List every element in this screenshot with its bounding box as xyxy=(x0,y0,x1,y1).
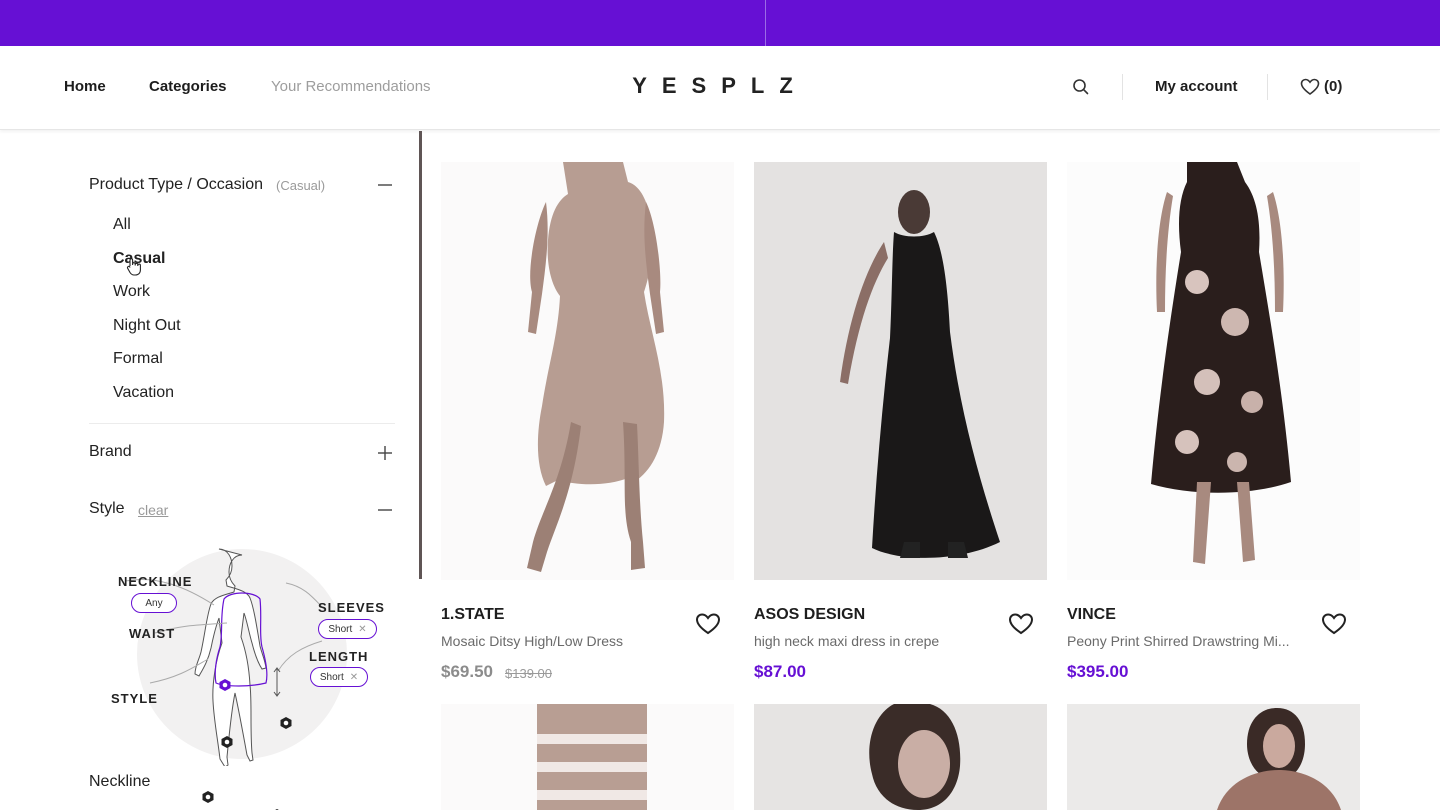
section-divider xyxy=(89,423,395,424)
product-card[interactable]: 1.STATE Mosaic Ditsy High/Low Dress $69.… xyxy=(441,162,734,702)
favorite-heart-icon[interactable] xyxy=(1321,612,1347,636)
wishlist-heart-icon[interactable] xyxy=(1300,77,1320,97)
brand-title[interactable]: Brand xyxy=(89,443,132,461)
product-price: $87.00 xyxy=(754,662,806,681)
header-separator xyxy=(1267,74,1268,100)
sleeves-hotspot-icon[interactable] xyxy=(279,716,293,730)
product-image[interactable] xyxy=(754,162,1047,580)
product-name[interactable]: Mosaic Ditsy High/Low Dress xyxy=(441,633,701,649)
length-pill-remove-icon[interactable]: ✕ xyxy=(350,672,358,683)
sleeves-label: SLEEVES xyxy=(318,600,385,615)
sleeves-pill-remove-icon[interactable]: ✕ xyxy=(358,624,366,635)
product-image[interactable] xyxy=(441,704,734,810)
product-image[interactable] xyxy=(754,704,1047,810)
site-logo[interactable]: YESPLZ xyxy=(620,73,820,99)
header-separator xyxy=(1122,74,1123,100)
style-title[interactable]: Style xyxy=(89,500,125,518)
expand-plus-icon[interactable] xyxy=(377,445,393,461)
product-card[interactable]: ASOS DESIGN high neck maxi dress in crep… xyxy=(754,162,1047,702)
neckline-pill[interactable]: Any xyxy=(131,593,177,613)
product-name[interactable]: Peony Print Shirred Drawstring Mi... xyxy=(1067,633,1327,649)
nav-recommendations[interactable]: Your Recommendations xyxy=(271,78,431,95)
sidebar-divider xyxy=(419,131,422,579)
option-all[interactable]: All xyxy=(113,216,131,234)
product-photo-illustration xyxy=(1067,704,1360,810)
waist-hotspot-icon[interactable] xyxy=(220,735,234,749)
style-label: STYLE xyxy=(111,691,158,706)
product-card[interactable]: VINCE Peony Print Shirred Drawstring Mi.… xyxy=(1067,162,1360,702)
length-label: LENGTH xyxy=(309,649,369,664)
option-night-out[interactable]: Night Out xyxy=(113,317,181,335)
waist-label: WAIST xyxy=(129,626,176,641)
nav-categories[interactable]: Categories xyxy=(149,78,227,95)
option-work[interactable]: Work xyxy=(113,283,150,301)
neckline-pill-value: Any xyxy=(145,597,163,609)
product-photo-illustration xyxy=(441,704,734,810)
site-header: Home Categories Your Recommendations YES… xyxy=(0,46,1440,130)
collapse-minus-icon[interactable] xyxy=(377,502,393,518)
product-brand[interactable]: VINCE xyxy=(1067,606,1116,624)
filter-sidebar: Product Type / Occasion (Casual) All Cas… xyxy=(0,131,420,810)
neckline-label: NECKLINE xyxy=(118,574,193,589)
search-icon[interactable] xyxy=(1071,77,1091,97)
sleeves-pill-value: Short xyxy=(328,623,353,635)
favorite-heart-icon[interactable] xyxy=(695,612,721,636)
product-original-price: $139.00 xyxy=(505,666,552,681)
product-name[interactable]: high neck maxi dress in crepe xyxy=(754,633,1014,649)
collapse-minus-icon[interactable] xyxy=(377,177,393,193)
product-price: $69.50 xyxy=(441,662,493,681)
my-account-link[interactable]: My account xyxy=(1155,78,1238,95)
sleeves-pill[interactable]: Short ✕ xyxy=(318,619,377,639)
product-image[interactable] xyxy=(1067,704,1360,810)
product-image[interactable] xyxy=(1067,162,1360,580)
neckline-hotspot-icon[interactable] xyxy=(218,678,232,692)
length-pill-value: Short xyxy=(319,671,344,683)
dress-photo-illustration xyxy=(441,162,734,580)
dress-photo-illustration xyxy=(1067,162,1360,580)
style-hotspot-icon[interactable] xyxy=(201,790,215,804)
option-formal[interactable]: Formal xyxy=(113,350,163,368)
neckline-section-title[interactable]: Neckline xyxy=(89,773,150,791)
hand-cursor-icon xyxy=(126,258,141,276)
nav-home[interactable]: Home xyxy=(64,78,106,95)
product-brand[interactable]: 1.STATE xyxy=(441,606,504,624)
option-vacation[interactable]: Vacation xyxy=(113,384,174,402)
product-type-title[interactable]: Product Type / Occasion xyxy=(89,176,263,194)
style-clear-link[interactable]: clear xyxy=(138,502,168,518)
product-price: $395.00 xyxy=(1067,662,1129,681)
wishlist-count[interactable]: (0) xyxy=(1324,78,1342,95)
promo-bar xyxy=(0,0,1440,46)
promo-bar-seam xyxy=(765,0,766,46)
product-type-selected: (Casual) xyxy=(276,178,326,193)
product-image[interactable] xyxy=(441,162,734,580)
favorite-heart-icon[interactable] xyxy=(1008,612,1034,636)
length-pill[interactable]: Short ✕ xyxy=(310,667,368,687)
dress-photo-illustration xyxy=(754,162,1047,580)
product-brand[interactable]: ASOS DESIGN xyxy=(754,606,865,624)
product-photo-illustration xyxy=(754,704,1047,810)
